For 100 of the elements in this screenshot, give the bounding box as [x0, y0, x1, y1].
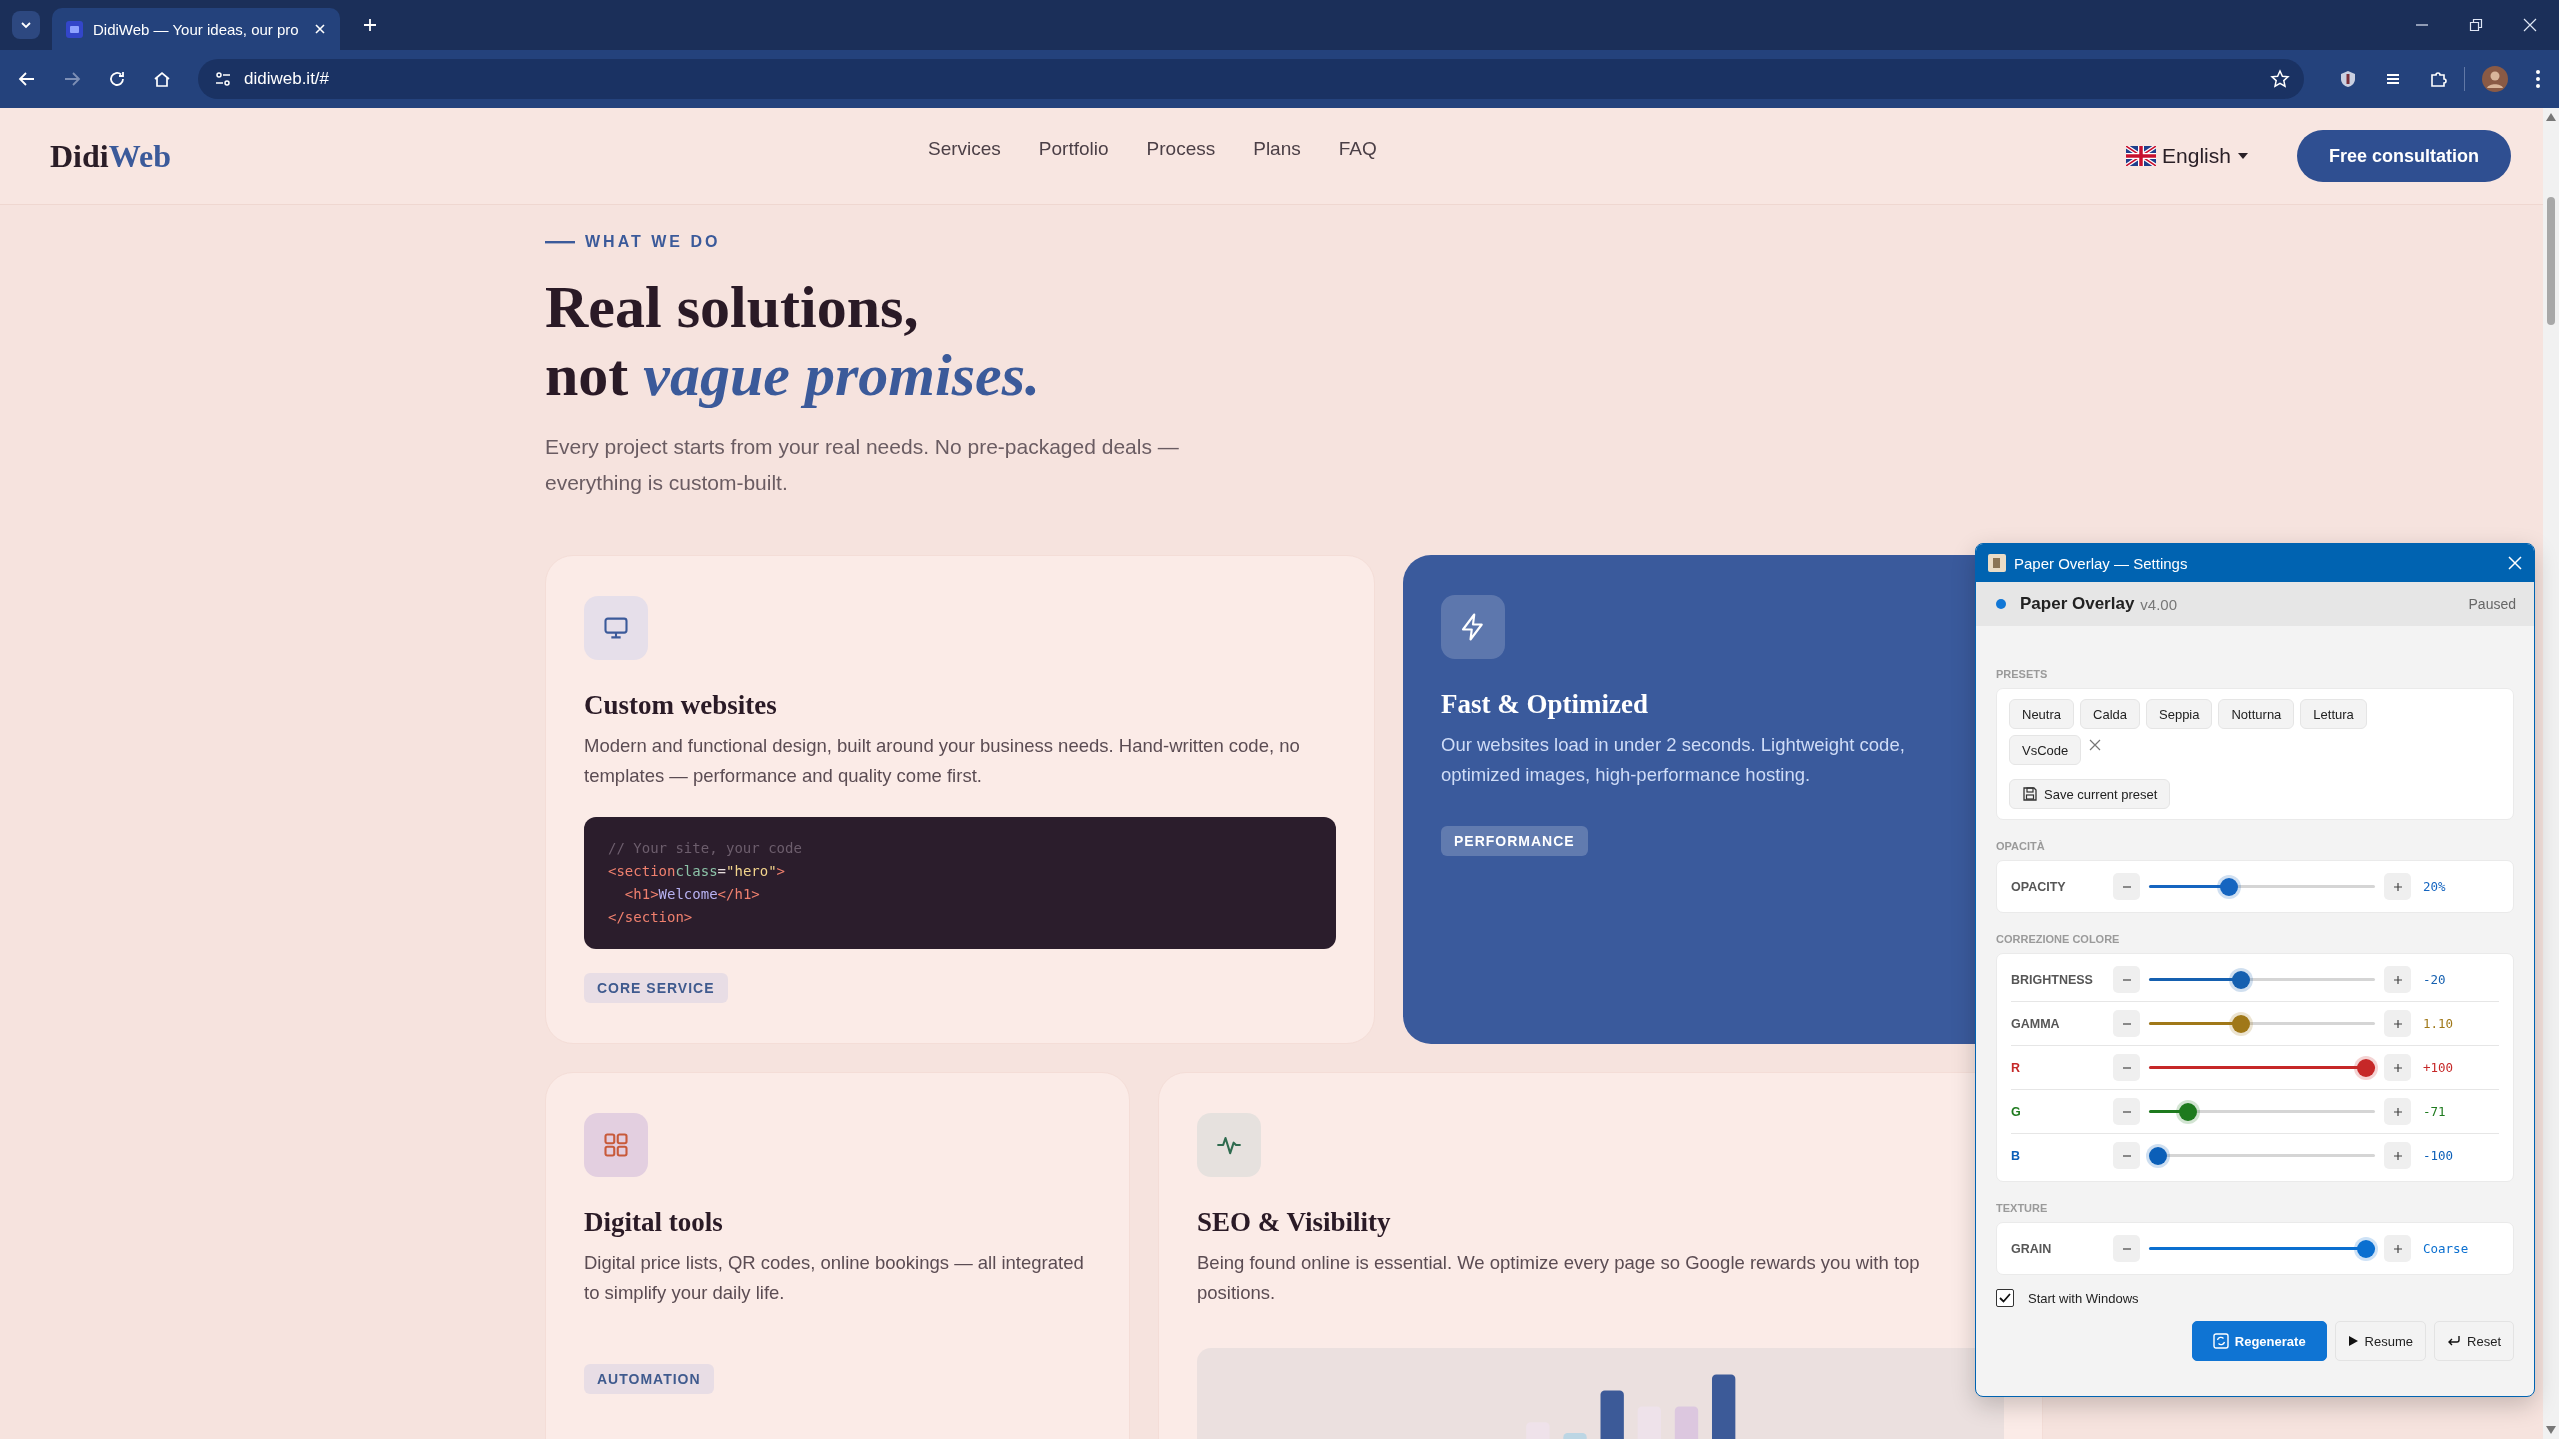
- decrease-button[interactable]: [2113, 1235, 2140, 1262]
- regenerate-button[interactable]: Regenerate: [2191, 1321, 2327, 1361]
- version-label: v4.00: [2140, 595, 2178, 613]
- scroll-down-icon[interactable]: [2545, 1425, 2557, 1435]
- card-tag: AUTOMATION: [584, 1364, 714, 1394]
- heading-line: Real solutions,: [545, 273, 920, 341]
- address-bar[interactable]: didiweb.it/#: [198, 59, 2304, 99]
- scrollbar[interactable]: [2543, 108, 2559, 1439]
- checkbox[interactable]: [1996, 1289, 2014, 1307]
- reset-button[interactable]: Reset: [2434, 1321, 2514, 1361]
- slider-label: BRIGHTNESS: [2011, 972, 2094, 987]
- plus-icon: [2392, 1062, 2403, 1073]
- card-title: Fast & Optimized: [1441, 689, 1649, 720]
- status-label: Paused: [2468, 596, 2516, 612]
- home-icon[interactable]: [153, 70, 171, 88]
- scroll-up-icon[interactable]: [2545, 112, 2557, 122]
- increase-button[interactable]: [2384, 873, 2411, 900]
- decrease-button[interactable]: [2113, 1010, 2140, 1037]
- decrease-button[interactable]: [2113, 966, 2140, 993]
- slider-label: OPACITY: [2011, 879, 2067, 894]
- card-description: Being found online is essential. We optimize every page so Google rewards you with top positions.: [1197, 1251, 1921, 1305]
- nav-link[interactable]: Services: [928, 138, 1001, 160]
- checkbox-label: Start with Windows: [2028, 1290, 2139, 1306]
- slider[interactable]: [2149, 1146, 2375, 1165]
- nav-link[interactable]: Portfolio: [1038, 138, 1109, 160]
- slider[interactable]: [2149, 877, 2375, 896]
- language-selector[interactable]: English: [2126, 144, 2249, 168]
- increase-button[interactable]: [2384, 1054, 2411, 1081]
- card-description: Our websites load in under 2 seconds. Lightweight code, optimized images, high-performance hosting.: [1441, 733, 1906, 787]
- nav-link[interactable]: Process: [1146, 138, 1216, 160]
- plus-icon: [2392, 881, 2403, 892]
- code-snippet: // Your site, your code <sectionclass="hero"> <h1>Welcome</h1> </section>: [584, 817, 1336, 949]
- decrease-button[interactable]: [2113, 1142, 2140, 1169]
- increase-button[interactable]: [2384, 1010, 2411, 1037]
- status-dot: [1996, 599, 2006, 609]
- slider-label: GAMMA: [2011, 1016, 2061, 1031]
- back-icon[interactable]: [18, 70, 36, 88]
- reload-icon[interactable]: [108, 70, 126, 88]
- preset-button[interactable]: Notturna: [2218, 699, 2295, 729]
- slider-value: 1.10: [2423, 1016, 2454, 1031]
- plus-icon: [2392, 1018, 2403, 1029]
- menu-icon[interactable]: [2535, 69, 2541, 89]
- decrease-button[interactable]: [2113, 1054, 2140, 1081]
- intro-paragraph: Every project starts from your real needs. No pre-packaged deals — everything is custom-built.: [545, 434, 1180, 496]
- nav-link[interactable]: FAQ: [1338, 138, 1377, 160]
- new-tab-icon[interactable]: [362, 17, 378, 33]
- preset-button[interactable]: Lettura: [2300, 699, 2367, 729]
- save-preset-button[interactable]: Save current preset: [2009, 779, 2171, 809]
- tab-title: DidiWeb — Your ideas, our pro: [93, 20, 300, 38]
- increase-button[interactable]: [2384, 1142, 2411, 1169]
- tab-list-button[interactable]: [12, 11, 40, 39]
- slider[interactable]: [2149, 1239, 2375, 1258]
- card-title: Custom websites: [584, 690, 778, 721]
- section-label: CORREZIONE COLORE: [1996, 933, 2121, 945]
- slider[interactable]: [2149, 1102, 2375, 1121]
- app-name: Paper Overlay: [2020, 594, 2135, 614]
- close-icon[interactable]: [2523, 18, 2537, 32]
- section-label: OPACITÀ: [1996, 840, 2046, 852]
- url-text: didiweb.it/#: [244, 69, 330, 89]
- card-tag: CORE SERVICE: [584, 973, 728, 1003]
- slider[interactable]: [2149, 1014, 2375, 1033]
- app-icon: [1988, 554, 2006, 572]
- decrease-button[interactable]: [2113, 1098, 2140, 1125]
- slider[interactable]: [2149, 970, 2375, 989]
- plus-icon: [2392, 1150, 2403, 1161]
- increase-button[interactable]: [2384, 966, 2411, 993]
- scrollbar-thumb[interactable]: [2547, 197, 2555, 325]
- shield-icon[interactable]: [2339, 70, 2357, 88]
- slider-value: -100: [2423, 1148, 2454, 1163]
- nav-link[interactable]: Plans: [1253, 138, 1301, 160]
- decrease-button[interactable]: [2113, 873, 2140, 900]
- avatar-icon[interactable]: [2482, 66, 2508, 92]
- logo[interactable]: DidiWeb: [50, 137, 928, 175]
- remove-icon[interactable]: [2089, 739, 2102, 751]
- slider[interactable]: [2149, 1058, 2375, 1077]
- site-settings-icon[interactable]: [214, 70, 232, 88]
- plus-icon: [2392, 974, 2403, 985]
- increase-button[interactable]: [2384, 1098, 2411, 1125]
- forward-icon[interactable]: [63, 70, 81, 88]
- preset-button[interactable]: Seppia: [2146, 699, 2213, 729]
- slider-value: Coarse: [2423, 1241, 2469, 1256]
- card-tag: PERFORMANCE: [1441, 826, 1588, 856]
- plus-icon: [2392, 1106, 2403, 1117]
- restore-icon[interactable]: [2469, 18, 2483, 32]
- preset-button[interactable]: Neutra: [2009, 699, 2075, 729]
- increase-button[interactable]: [2384, 1235, 2411, 1262]
- free-consultation-button[interactable]: Free consultation: [2296, 130, 2511, 182]
- star-icon[interactable]: [2270, 69, 2290, 89]
- resume-button[interactable]: Resume: [2334, 1321, 2427, 1361]
- puzzle-icon[interactable]: [2429, 70, 2447, 88]
- slider-value: -20: [2423, 972, 2446, 987]
- preset-button[interactable]: Calda: [2080, 699, 2140, 729]
- slider-label: GRAIN: [2011, 1241, 2053, 1256]
- slider-label: R: [2011, 1060, 2022, 1075]
- section-label: TEXTURE: [1996, 1202, 2049, 1214]
- browser-tab[interactable]: DidiWeb — Your ideas, our pro: [52, 8, 340, 50]
- slider-value: -71: [2423, 1104, 2446, 1119]
- slider-value: 20%: [2423, 879, 2446, 894]
- window-title: Paper Overlay — Settings: [2014, 554, 2188, 572]
- preset-button[interactable]: VsCode: [2009, 735, 2082, 765]
